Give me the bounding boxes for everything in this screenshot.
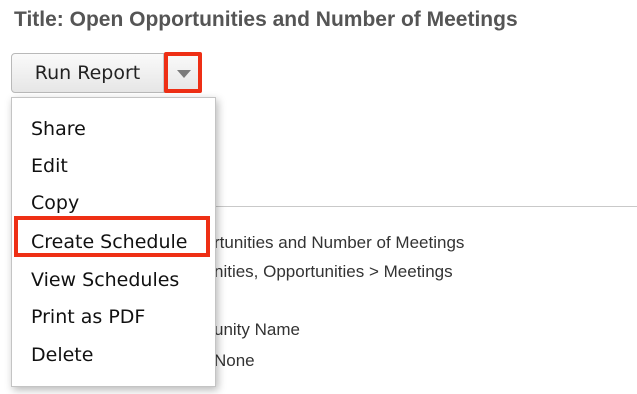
section-divider: [214, 206, 637, 207]
menu-item-edit[interactable]: Edit: [31, 155, 68, 177]
group-by-text: None: [214, 351, 255, 370]
actions-dropdown-menu: Share Edit Copy Create Schedule View Sch…: [11, 97, 216, 387]
menu-item-create-schedule[interactable]: Create Schedule: [31, 231, 187, 253]
report-modules-text: nities, Opportunities > Meetings: [214, 262, 453, 281]
menu-item-print-pdf[interactable]: Print as PDF: [31, 306, 145, 328]
menu-item-delete[interactable]: Delete: [31, 344, 93, 366]
run-report-button[interactable]: Run Report: [12, 54, 164, 92]
page-title: Title: Open Opportunities and Number of …: [14, 8, 518, 31]
menu-item-share[interactable]: Share: [31, 118, 86, 140]
run-report-button-group: Run Report: [11, 53, 201, 93]
report-name-text: rtunities and Number of Meetings: [214, 233, 465, 252]
actions-dropdown-button[interactable]: [168, 54, 200, 92]
display-field-text: unity Name: [214, 320, 300, 339]
menu-item-copy[interactable]: Copy: [31, 192, 79, 214]
menu-item-view-schedules[interactable]: View Schedules: [31, 269, 179, 291]
caret-down-icon: [177, 70, 191, 78]
